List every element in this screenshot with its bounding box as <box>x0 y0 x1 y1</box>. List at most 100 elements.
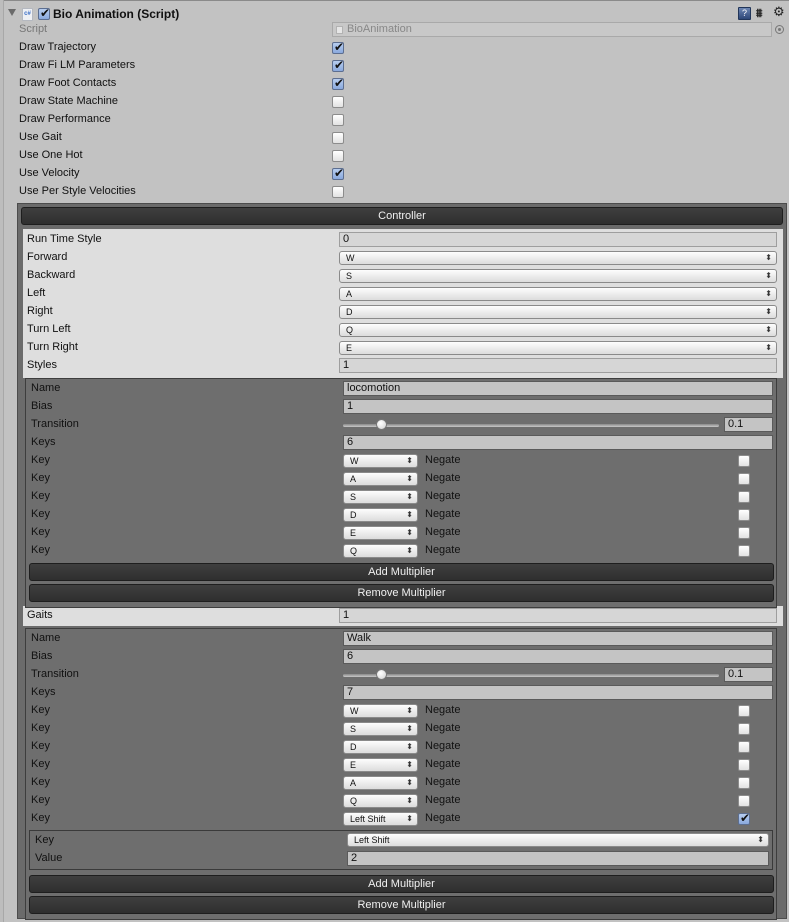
toggle-checkbox[interactable] <box>332 114 344 126</box>
key-dropdown[interactable]: W ⬍ <box>343 704 418 718</box>
negate-label: Negate <box>425 812 461 824</box>
dropdown-arrows-icon: ⬍ <box>406 456 413 465</box>
dropdown-arrows-icon: ⬍ <box>757 835 764 844</box>
styles-count-row: Styles 1 <box>0 357 789 375</box>
negate-label: Negate <box>425 472 461 484</box>
negate-checkbox[interactable] <box>738 723 750 735</box>
key-dropdown[interactable]: W ⬍ <box>343 454 418 468</box>
toggle-row: Use One Hot <box>0 147 789 165</box>
help-book-icon[interactable]: ? <box>738 7 751 20</box>
transition-value-input[interactable]: 0.1 <box>724 667 773 682</box>
transition-value-input[interactable]: 0.1 <box>724 417 773 432</box>
multiplier-key-label: Key <box>35 834 54 846</box>
controller-header-button[interactable]: Controller <box>21 207 783 225</box>
name-input[interactable]: locomotion <box>343 381 773 396</box>
controller-key-label: Right <box>27 305 53 317</box>
bias-input[interactable]: 6 <box>343 649 773 664</box>
dropdown-arrows-icon: ⬍ <box>406 528 413 537</box>
script-label: Script <box>19 23 48 35</box>
key-dropdown[interactable]: Left Shift ⬍ <box>343 812 418 826</box>
component-enabled-checkbox[interactable] <box>38 6 50 20</box>
foldout-arrow-icon[interactable] <box>8 9 16 16</box>
key-dropdown[interactable]: E ⬍ <box>343 526 418 540</box>
dropdown-value: D <box>350 742 357 752</box>
toggle-checkbox[interactable] <box>332 132 344 144</box>
controller-key-dropdown[interactable]: S ⬍ <box>339 269 777 283</box>
key-dropdown[interactable]: Q ⬍ <box>343 794 418 808</box>
negate-checkbox[interactable] <box>738 491 750 503</box>
negate-label: Negate <box>425 704 461 716</box>
controller-key-row: Backward S ⬍ <box>0 267 789 285</box>
script-value: BioAnimation <box>347 23 412 35</box>
negate-checkbox[interactable] <box>738 811 750 825</box>
toggle-checkbox[interactable] <box>332 150 344 162</box>
key-dropdown[interactable]: D ⬍ <box>343 508 418 522</box>
controller-key-row: Turn Right E ⬍ <box>0 339 789 357</box>
key-dropdown[interactable]: Q ⬍ <box>343 544 418 558</box>
key-dropdown[interactable]: S ⬍ <box>343 722 418 736</box>
preset-sliders-icon[interactable]: ⩩ <box>756 6 769 20</box>
remove-multiplier-button[interactable]: Remove Multiplier <box>29 896 774 914</box>
controller-key-label: Turn Right <box>27 341 78 353</box>
controller-key-dropdown[interactable]: A ⬍ <box>339 287 777 301</box>
negate-checkbox[interactable] <box>738 741 750 753</box>
controller-key-dropdown[interactable]: D ⬍ <box>339 305 777 319</box>
negate-checkbox[interactable] <box>738 509 750 521</box>
negate-checkbox[interactable] <box>738 795 750 807</box>
toggle-checkbox[interactable] <box>332 96 344 108</box>
toggle-row: Use Gait <box>0 129 789 147</box>
dropdown-arrows-icon: ⬍ <box>406 760 413 769</box>
dropdown-arrows-icon: ⬍ <box>765 271 772 280</box>
toggle-checkbox[interactable] <box>332 166 344 180</box>
negate-checkbox[interactable] <box>738 705 750 717</box>
key-dropdown[interactable]: A ⬍ <box>343 472 418 486</box>
toggle-checkbox[interactable] <box>332 76 344 90</box>
add-multiplier-button[interactable]: Add Multiplier <box>29 563 774 581</box>
key-label: Key <box>31 704 50 716</box>
toggle-checkbox[interactable] <box>332 186 344 198</box>
add-multiplier-button[interactable]: Add Multiplier <box>29 875 774 893</box>
gear-menu-icon[interactable]: ⚙ <box>773 5 785 20</box>
dropdown-arrows-icon: ⬍ <box>765 289 772 298</box>
bias-label: Bias <box>31 650 53 662</box>
toggle-checkbox[interactable] <box>332 40 344 54</box>
run-time-style-label: Run Time Style <box>27 233 102 245</box>
multiplier-value-input[interactable]: 2 <box>347 851 769 866</box>
transition-slider-thumb[interactable] <box>375 669 387 680</box>
negate-checkbox[interactable] <box>738 527 750 539</box>
dropdown-value: D <box>346 307 353 317</box>
key-dropdown[interactable]: A ⬍ <box>343 776 418 790</box>
object-picker-icon[interactable] <box>775 25 784 34</box>
name-label: Name <box>31 632 61 644</box>
key-label: Key <box>31 758 50 770</box>
controller-key-dropdown[interactable]: Q ⬍ <box>339 323 777 337</box>
transition-slider-track[interactable] <box>343 674 719 677</box>
styles-count-input[interactable]: 1 <box>339 358 777 373</box>
key-dropdown[interactable]: E ⬍ <box>343 758 418 772</box>
dropdown-value: W <box>346 253 355 263</box>
controller-key-dropdown[interactable]: W ⬍ <box>339 251 777 265</box>
key-dropdown[interactable]: D ⬍ <box>343 740 418 754</box>
negate-checkbox[interactable] <box>738 455 750 467</box>
script-field[interactable]: BioAnimation <box>332 22 772 37</box>
key-dropdown[interactable]: S ⬍ <box>343 490 418 504</box>
gaits-count-input[interactable]: 1 <box>339 608 777 623</box>
transition-slider-thumb[interactable] <box>375 419 387 430</box>
transition-slider-track[interactable] <box>343 424 719 427</box>
controller-key-row: Turn Left Q ⬍ <box>0 321 789 339</box>
script-file-icon <box>336 26 343 34</box>
dropdown-value: A <box>350 474 357 484</box>
remove-multiplier-button[interactable]: Remove Multiplier <box>29 584 774 602</box>
negate-checkbox[interactable] <box>738 545 750 557</box>
negate-checkbox[interactable] <box>738 473 750 485</box>
negate-checkbox[interactable] <box>738 759 750 771</box>
run-time-style-input[interactable]: 0 <box>339 232 777 247</box>
keys-count-input[interactable]: 6 <box>343 435 773 450</box>
toggle-checkbox[interactable] <box>332 58 344 72</box>
multiplier-key-dropdown[interactable]: Left Shift ⬍ <box>347 833 769 847</box>
name-input[interactable]: Walk <box>343 631 773 646</box>
keys-count-input[interactable]: 7 <box>343 685 773 700</box>
controller-key-dropdown[interactable]: E ⬍ <box>339 341 777 355</box>
negate-checkbox[interactable] <box>738 777 750 789</box>
bias-input[interactable]: 1 <box>343 399 773 414</box>
